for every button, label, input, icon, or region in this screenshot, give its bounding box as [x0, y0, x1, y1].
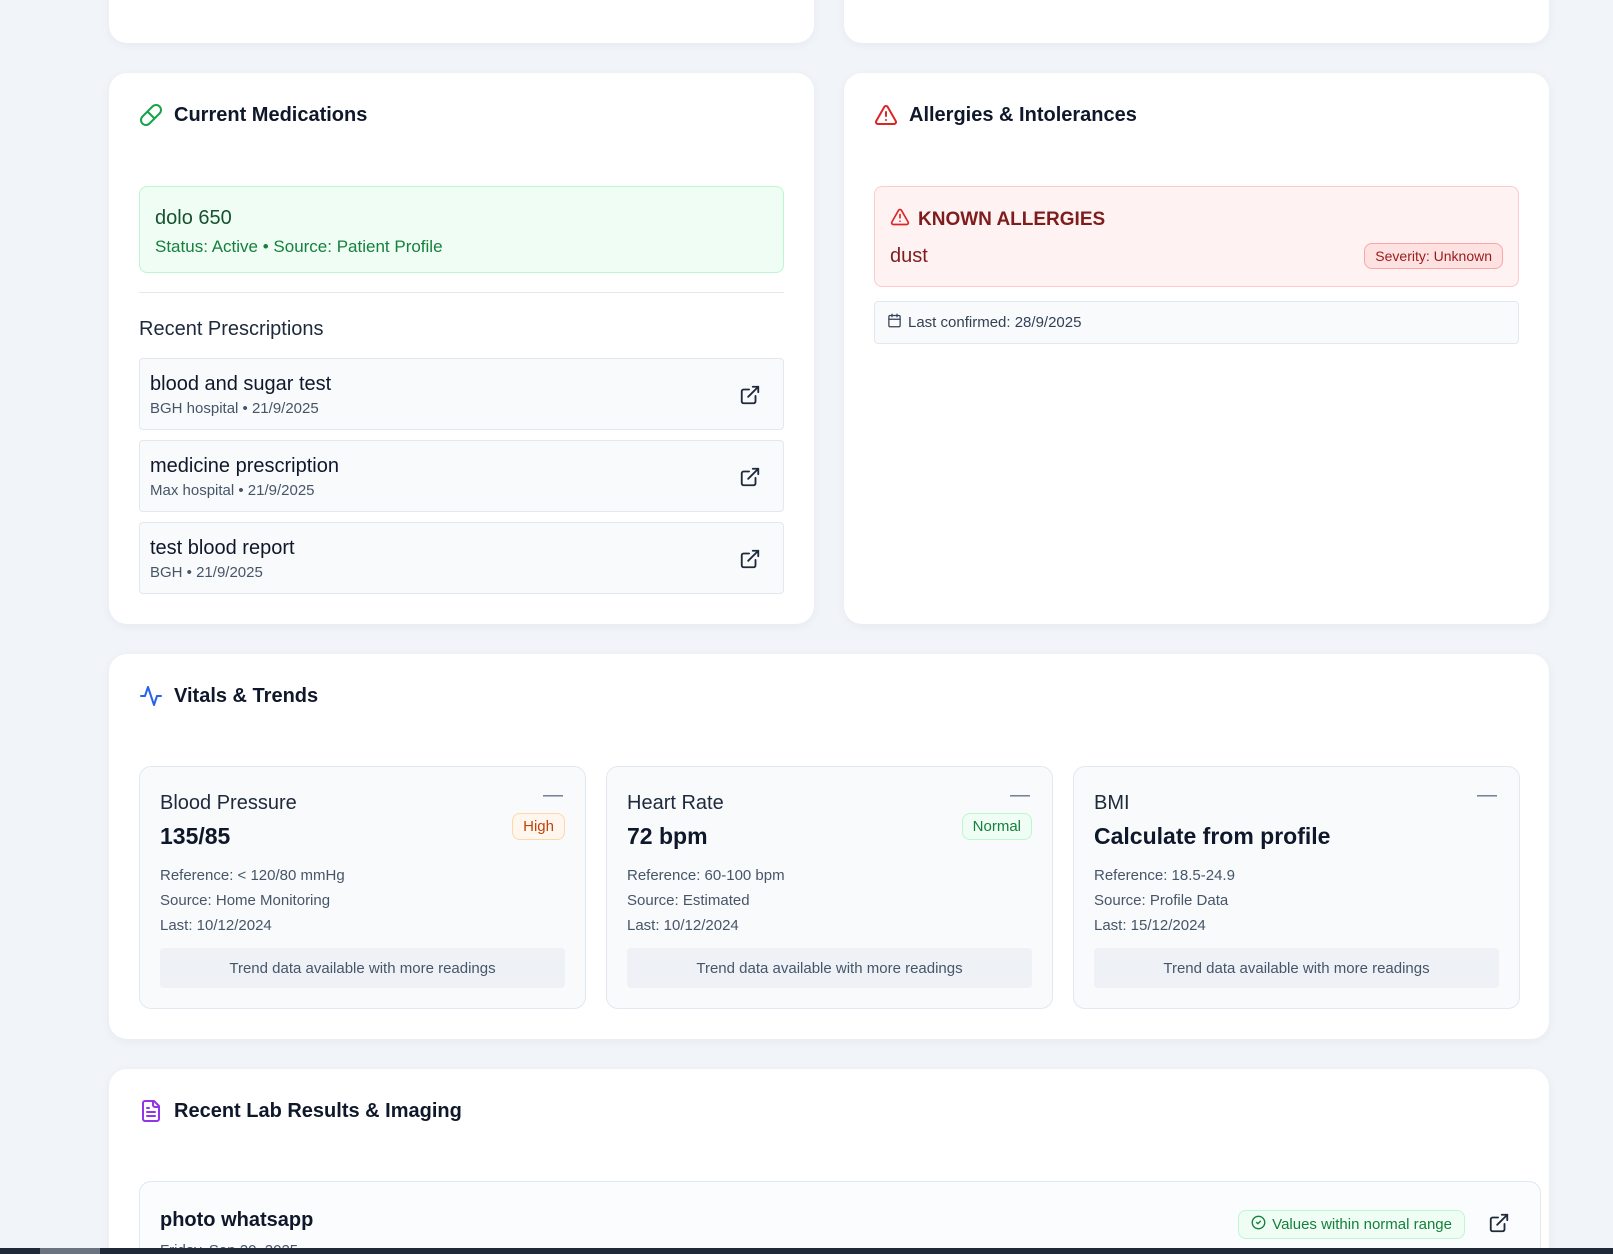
- vital-trend-placeholder: Trend data available with more readings: [160, 948, 565, 988]
- prescription-meta: BGH • 21/9/2025: [150, 564, 263, 581]
- prescription-item[interactable]: blood and sugar test BGH hospital • 21/9…: [139, 358, 784, 430]
- recent-prescriptions-heading: Recent Prescriptions: [139, 318, 324, 340]
- alert-triangle-icon: [874, 103, 898, 127]
- external-link-icon[interactable]: [1488, 1212, 1510, 1234]
- vital-trend-placeholder: Trend data available with more readings: [1094, 948, 1499, 988]
- medication-status: Status: Active • Source: Patient Profile: [155, 237, 443, 256]
- lab-status-badge: Values within normal range: [1238, 1210, 1465, 1239]
- vital-reference: Reference: 60-100 bpm: [627, 867, 785, 884]
- minus-icon: —: [1477, 784, 1497, 806]
- known-allergies-label: KNOWN ALLERGIES: [918, 209, 1106, 230]
- vital-name: Heart Rate: [627, 792, 724, 814]
- activity-icon: [139, 684, 163, 708]
- vital-value: 72 bpm: [627, 823, 708, 849]
- allergy-row: dust Severity: Unknown: [890, 243, 1503, 269]
- status-badge: High: [512, 813, 565, 840]
- lab-status-text: Values within normal range: [1272, 1216, 1452, 1233]
- vital-trend-placeholder: Trend data available with more readings: [627, 948, 1032, 988]
- prescription-list: blood and sugar test BGH hospital • 21/9…: [139, 358, 784, 594]
- minus-icon: —: [1010, 784, 1030, 806]
- vital-source: Source: Estimated: [627, 892, 750, 909]
- top-left-card: [109, 0, 814, 43]
- severity-badge: Severity: Unknown: [1364, 243, 1503, 269]
- vital-card-blood-pressure: Blood Pressure 135/85 — High Reference: …: [139, 766, 586, 1009]
- calendar-icon: [887, 313, 902, 332]
- vitals-title-text: Vitals & Trends: [174, 684, 319, 707]
- lab-result-name: photo whatsapp: [160, 1209, 314, 1231]
- prescription-name: medicine prescription: [150, 455, 339, 477]
- known-allergies-box: KNOWN ALLERGIES dust Severity: Unknown: [874, 186, 1519, 287]
- vital-reference: Reference: 18.5-24.9: [1094, 867, 1235, 884]
- external-link-icon[interactable]: [739, 548, 761, 570]
- labs-card: Recent Lab Results & Imaging photo whats…: [109, 1069, 1549, 1254]
- vital-value: Calculate from profile: [1094, 823, 1331, 849]
- vital-card-heart-rate: Heart Rate 72 bpm — Normal Reference: 60…: [606, 766, 1053, 1009]
- allergy-name: dust: [890, 244, 928, 267]
- lab-result-item[interactable]: photo whatsapp Friday, Sep 20, 2025 Valu…: [139, 1181, 1541, 1254]
- prescription-item[interactable]: test blood report BGH • 21/9/2025: [139, 522, 784, 594]
- known-allergies-header: KNOWN ALLERGIES: [890, 207, 1503, 233]
- vitals-title: Vitals & Trends: [139, 684, 318, 708]
- divider: [139, 292, 784, 293]
- check-circle-icon: [1251, 1215, 1266, 1234]
- medications-card: Current Medications dolo 650 Status: Act…: [109, 73, 814, 624]
- minus-icon: —: [543, 784, 563, 806]
- scrollbar-thumb[interactable]: [40, 1248, 100, 1254]
- vital-name: Blood Pressure: [160, 792, 297, 814]
- vital-value: 135/85: [160, 823, 231, 849]
- vitals-card: Vitals & Trends Blood Pressure 135/85 — …: [109, 654, 1549, 1039]
- vital-last: Last: 10/12/2024: [160, 917, 272, 934]
- vital-source: Source: Profile Data: [1094, 892, 1229, 909]
- prescription-name: test blood report: [150, 537, 295, 559]
- prescription-meta: Max hospital • 21/9/2025: [150, 482, 315, 499]
- prescription-meta: BGH hospital • 21/9/2025: [150, 400, 319, 417]
- medication-name: dolo 650: [155, 207, 232, 229]
- file-text-icon: [139, 1099, 163, 1123]
- allergies-title: Allergies & Intolerances: [874, 103, 1137, 127]
- medications-title: Current Medications: [139, 103, 367, 127]
- horizontal-scrollbar[interactable]: [0, 1248, 1613, 1254]
- labs-title: Recent Lab Results & Imaging: [139, 1099, 462, 1123]
- labs-title-text: Recent Lab Results & Imaging: [174, 1099, 462, 1122]
- current-medication: dolo 650 Status: Active • Source: Patien…: [139, 186, 784, 273]
- allergies-card: Allergies & Intolerances KNOWN ALLERGIES…: [844, 73, 1549, 624]
- medications-title-text: Current Medications: [174, 103, 368, 126]
- last-confirmed-text: Last confirmed: 28/9/2025: [908, 314, 1082, 331]
- vital-meta: Reference: < 120/80 mmHg Source: Home Mo…: [160, 863, 345, 938]
- external-link-icon[interactable]: [739, 466, 761, 488]
- prescription-item[interactable]: medicine prescription Max hospital • 21/…: [139, 440, 784, 512]
- alert-triangle-icon: [890, 207, 910, 233]
- vital-last: Last: 10/12/2024: [627, 917, 739, 934]
- vital-last: Last: 15/12/2024: [1094, 917, 1206, 934]
- top-right-card: [844, 0, 1549, 43]
- vital-card-bmi: BMI Calculate from profile — Reference: …: [1073, 766, 1520, 1009]
- prescription-name: blood and sugar test: [150, 373, 332, 395]
- vital-reference: Reference: < 120/80 mmHg: [160, 867, 345, 884]
- allergies-title-text: Allergies & Intolerances: [909, 103, 1137, 126]
- external-link-icon[interactable]: [739, 384, 761, 406]
- vital-source: Source: Home Monitoring: [160, 892, 331, 909]
- vital-meta: Reference: 60-100 bpm Source: Estimated …: [627, 863, 785, 938]
- vital-meta: Reference: 18.5-24.9 Source: Profile Dat…: [1094, 863, 1235, 938]
- pill-icon: [139, 103, 163, 127]
- last-confirmed: Last confirmed: 28/9/2025: [874, 301, 1519, 344]
- status-badge: Normal: [961, 813, 1032, 840]
- vital-name: BMI: [1094, 792, 1130, 814]
